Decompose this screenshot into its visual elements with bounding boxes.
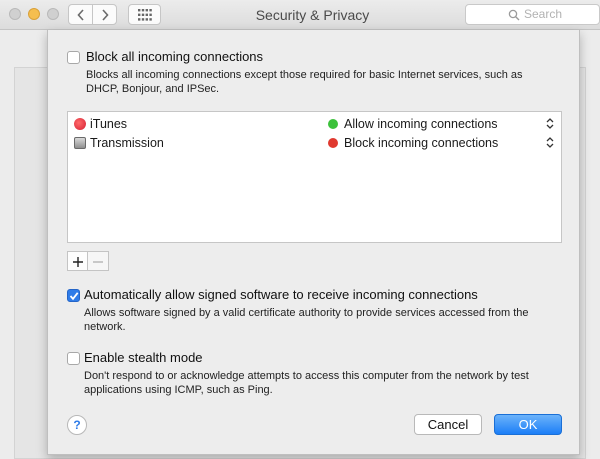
auto-allow-signed-label: Automatically allow signed software to r…	[84, 287, 478, 302]
app-name: Transmission	[90, 136, 164, 150]
zoom-window-button[interactable]	[47, 8, 59, 20]
cancel-button[interactable]: Cancel	[414, 414, 482, 435]
block-all-description: Blocks all incoming connections except t…	[86, 69, 523, 95]
popup-stepper-icon[interactable]	[546, 137, 554, 148]
search-placeholder: Search	[524, 7, 563, 21]
status-dot-red	[328, 138, 338, 148]
stealth-mode-description: Don't respond to or acknowledge attempts…	[84, 370, 529, 396]
transmission-icon	[74, 137, 86, 149]
ok-button[interactable]: OK	[494, 414, 562, 435]
popup-stepper-icon[interactable]	[546, 118, 554, 129]
chevron-right-icon	[102, 9, 109, 21]
stealth-mode-checkbox[interactable]	[67, 352, 80, 365]
close-window-button[interactable]	[9, 8, 21, 20]
block-all-label: Block all incoming connections	[86, 49, 264, 64]
back-button[interactable]	[68, 4, 93, 25]
grid-icon	[138, 9, 152, 21]
checkmark-icon	[69, 292, 79, 301]
chevron-left-icon	[77, 9, 84, 21]
app-list[interactable]: iTunes Allow incoming connections Transm…	[67, 111, 562, 243]
block-all-checkbox[interactable]	[67, 51, 80, 64]
stealth-mode-label: Enable stealth mode	[84, 350, 203, 365]
auto-allow-signed-description: Allows software signed by a valid certif…	[84, 307, 529, 333]
forward-button[interactable]	[92, 4, 117, 25]
remove-app-button[interactable]	[88, 251, 109, 271]
help-button[interactable]: ?	[67, 415, 87, 435]
search-field[interactable]: Search	[465, 4, 600, 25]
plus-icon	[73, 257, 83, 267]
show-all-button[interactable]	[128, 4, 161, 25]
add-app-button[interactable]	[67, 251, 88, 271]
status-dot-green	[328, 119, 338, 129]
app-connection-status: Block incoming connections	[344, 136, 499, 150]
itunes-icon	[74, 118, 86, 130]
app-connection-status: Allow incoming connections	[344, 117, 498, 131]
auto-allow-signed-checkbox[interactable]	[67, 289, 80, 302]
window-title: Security & Privacy	[255, 7, 370, 23]
minus-icon	[93, 261, 103, 263]
firewall-options-sheet: Block all incoming connections Blocks al…	[47, 30, 580, 455]
search-icon	[508, 9, 520, 21]
title-bar: Security & Privacy Search	[0, 0, 600, 30]
app-name: iTunes	[90, 117, 128, 131]
list-item-itunes[interactable]: iTunes Allow incoming connections	[68, 115, 561, 133]
list-item-transmission[interactable]: Transmission Block incoming connections	[68, 134, 561, 152]
minimize-window-button[interactable]	[28, 8, 40, 20]
